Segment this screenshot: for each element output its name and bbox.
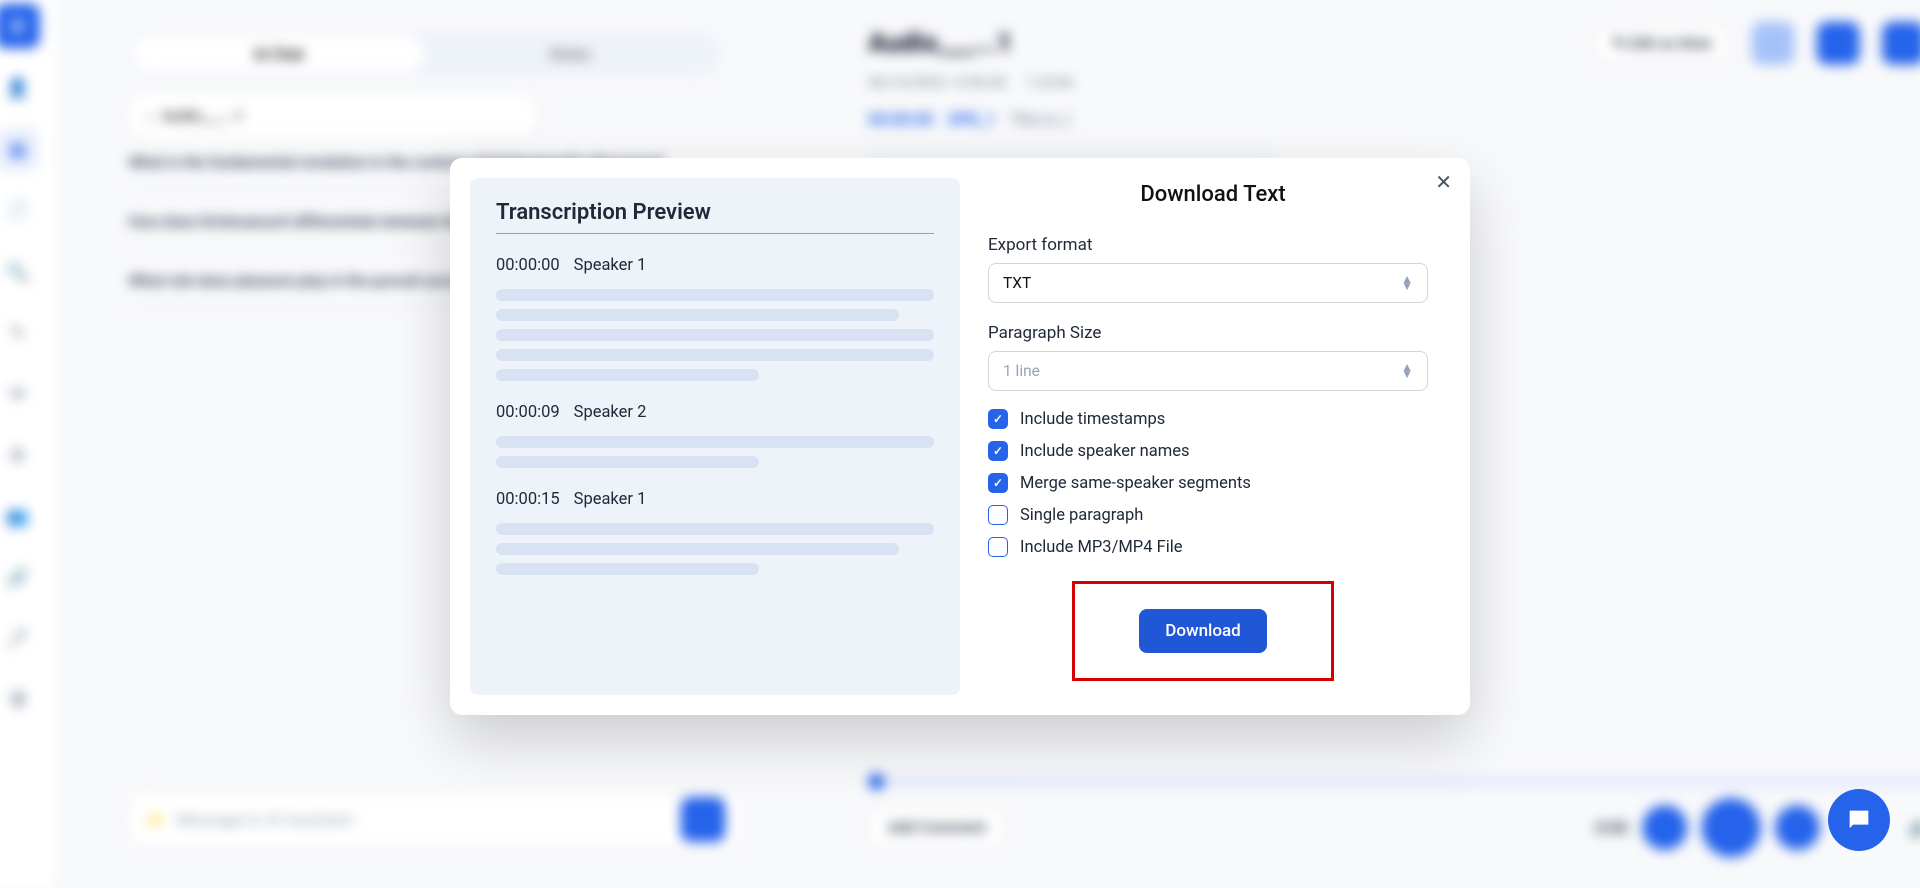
checkbox-row[interactable]: Single paragraph [988,505,1438,525]
checkbox-label: Include timestamps [1020,410,1165,429]
checkbox-row[interactable]: Include timestamps [988,409,1438,429]
download-text-modal: ✕ Transcription Preview 00:00:00 Speaker … [450,158,1470,715]
paragraph-size-select[interactable]: 1 line ▲▼ [988,351,1428,391]
checkbox-label: Merge same-speaker segments [1020,474,1251,493]
preview-segment: 00:00:15 Speaker 1 [496,490,934,575]
checkbox-label: Single paragraph [1020,506,1143,525]
preview-text-line [496,349,934,361]
checkbox[interactable] [988,537,1008,557]
modal-title: Download Text [988,182,1438,207]
close-icon[interactable]: ✕ [1435,172,1452,192]
checkbox-row[interactable]: Include speaker names [988,441,1438,461]
checkbox-label: Include MP3/MP4 File [1020,538,1182,557]
preview-segment: 00:00:00 Speaker 1 [496,256,934,381]
preview-segment: 00:00:09 Speaker 2 [496,403,934,468]
preview-text-line [496,543,899,555]
preview-text-line [496,456,759,468]
preview-text-line [496,289,934,301]
preview-text-line [496,369,759,381]
segment-speaker: Speaker 1 [574,256,647,275]
chevron-updown-icon: ▲▼ [1401,276,1413,290]
checkbox-group: Include timestamps Include speaker names M… [988,409,1438,557]
preview-text-line [496,309,899,321]
segment-speaker: Speaker 2 [574,403,647,422]
export-format-label: Export format [988,235,1438,255]
checkbox[interactable] [988,505,1008,525]
preview-text-line [496,329,934,341]
chat-bubble-icon [1845,806,1873,834]
checkbox[interactable] [988,473,1008,493]
transcription-preview: Transcription Preview 00:00:00Speaker 10… [470,178,960,695]
chevron-updown-icon: ▲▼ [1401,364,1413,378]
segment-speaker: Speaker 1 [574,490,647,509]
modal-overlay: ✕ Transcription Preview 00:00:00 Speaker … [0,0,1920,879]
chat-fab[interactable] [1828,789,1890,851]
download-highlight-box: Download [1072,581,1334,681]
checkbox-row[interactable]: Include MP3/MP4 File [988,537,1438,557]
preview-text-line [496,563,759,575]
segment-timestamp: 00:00:00 [496,256,560,275]
checkbox-row[interactable]: Merge same-speaker segments [988,473,1438,493]
preview-text-line [496,436,934,448]
preview-text-line [496,523,934,535]
export-format-select[interactable]: TXT ▲▼ [988,263,1428,303]
download-button[interactable]: Download [1139,609,1267,653]
preview-title: Transcription Preview [496,200,934,234]
segment-timestamp: 00:00:09 [496,403,560,422]
checkbox-label: Include speaker names [1020,442,1189,461]
paragraph-size-label: Paragraph Size [988,323,1438,343]
checkbox[interactable] [988,441,1008,461]
download-options: Download Text Export format TXT ▲▼ Parag… [960,158,1470,695]
checkbox[interactable] [988,409,1008,429]
segment-timestamp: 00:00:15 [496,490,560,509]
